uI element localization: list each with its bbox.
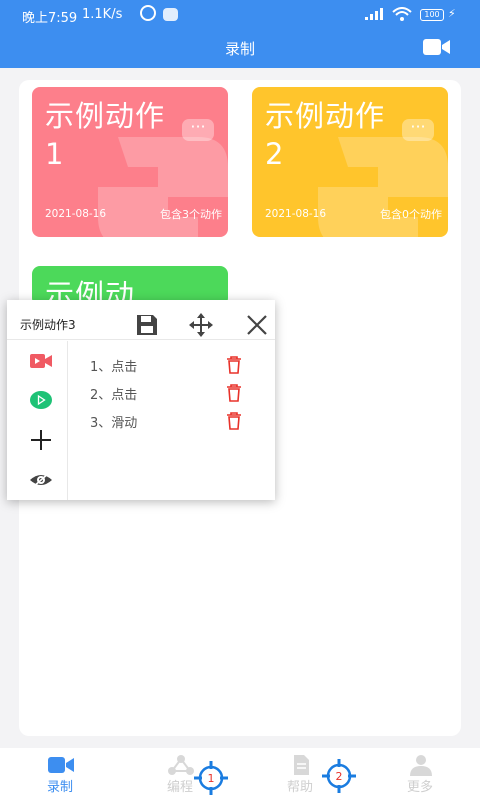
- add-icon[interactable]: [29, 428, 53, 452]
- delete-icon[interactable]: [225, 356, 243, 374]
- video-camera-icon: [48, 757, 74, 773]
- nav-item-more[interactable]: 更多: [380, 748, 460, 800]
- user-icon: [410, 755, 432, 776]
- editor-title: 示例动作3: [20, 318, 76, 332]
- crosshair-target-icon[interactable]: 2: [322, 759, 356, 793]
- eye-hidden-icon[interactable]: [29, 468, 53, 492]
- nav-label: 录制: [46, 780, 73, 795]
- more-options-button[interactable]: ···: [402, 119, 434, 141]
- more-options-button[interactable]: ···: [182, 119, 214, 141]
- signal-icon: [365, 8, 383, 20]
- charging-icon: ⚡: [448, 7, 456, 20]
- editor-sidebar: [7, 341, 68, 500]
- script-card-1[interactable]: 示例动作1 ··· 2021-08-16 包含3个动作: [32, 87, 228, 237]
- editor-header: 示例动作3: [7, 300, 275, 340]
- bottom-navigation: 录制 编程 帮助 更多 1 2: [0, 748, 480, 800]
- status-network-speed: 1.1K/s: [82, 7, 123, 22]
- card-title: 示例动作2: [265, 99, 386, 171]
- card-action-count: 包含3个动作: [160, 208, 222, 221]
- battery-icon: 100: [420, 9, 444, 21]
- document-icon: [294, 755, 309, 775]
- target-number: 2: [336, 770, 343, 783]
- script-card-2[interactable]: 示例动作2 ··· 2021-08-16 包含0个动作: [252, 87, 448, 237]
- network-nodes-icon: [168, 755, 194, 775]
- move-icon[interactable]: [188, 312, 214, 338]
- card-action-count: 包含0个动作: [380, 208, 442, 221]
- close-icon[interactable]: [244, 312, 270, 338]
- action-step-item[interactable]: 1、点击: [90, 356, 137, 375]
- delete-icon[interactable]: [225, 412, 243, 430]
- card-title: 示例动作1: [45, 99, 166, 171]
- wifi-icon: [392, 7, 412, 21]
- play-icon[interactable]: [29, 388, 53, 412]
- record-icon[interactable]: [29, 349, 53, 373]
- floating-editor-window: 示例动作3 1、点击 2、点击 3、滑动: [7, 300, 275, 500]
- status-time: 晚上7:59: [22, 11, 78, 26]
- crosshair-target-icon[interactable]: 1: [194, 761, 228, 795]
- notification-app-icon: [163, 8, 178, 21]
- save-icon[interactable]: [134, 312, 160, 338]
- video-camera-icon[interactable]: [423, 37, 451, 57]
- card-date: 2021-08-16: [265, 208, 327, 220]
- delete-icon[interactable]: [225, 384, 243, 402]
- action-step-item[interactable]: 2、点击: [90, 384, 137, 403]
- status-bar: 晚上7:59 1.1K/s 100 ⚡: [0, 0, 480, 30]
- nav-label: 更多: [406, 780, 433, 795]
- page-title: 录制: [224, 40, 255, 58]
- alarm-icon: [140, 5, 156, 21]
- action-step-item[interactable]: 3、滑动: [90, 412, 137, 431]
- app-bar: 晚上7:59 1.1K/s 100 ⚡ 录制: [0, 0, 480, 68]
- target-number: 1: [208, 772, 215, 785]
- card-date: 2021-08-16: [45, 208, 107, 220]
- nav-item-record[interactable]: 录制: [20, 748, 100, 800]
